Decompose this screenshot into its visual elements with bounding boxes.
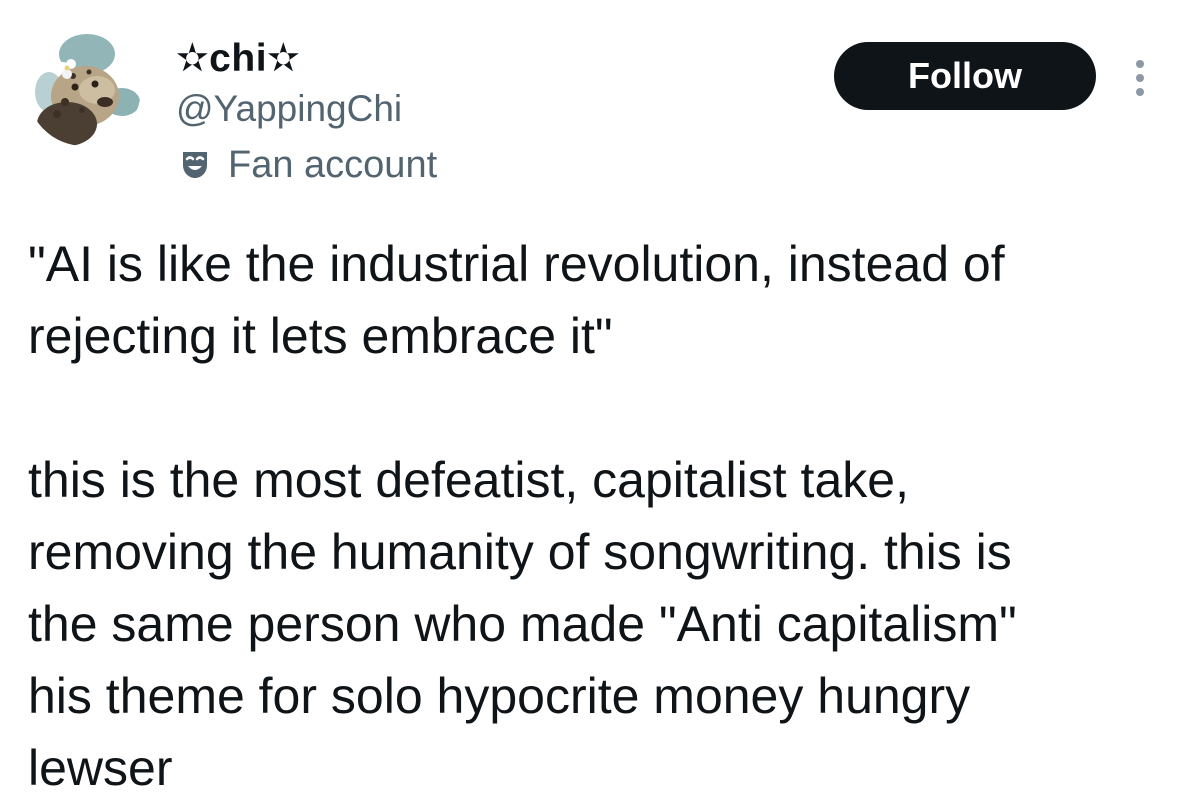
tweet-card: ✫chi✫ @YappingChi Fan account Follow "AI… bbox=[0, 0, 1200, 797]
tweet-text: "AI is like the industrial revolution, i… bbox=[28, 236, 1017, 796]
affiliation-badge: Fan account bbox=[176, 142, 437, 188]
display-name[interactable]: ✫chi✫ bbox=[176, 36, 437, 82]
user-handle[interactable]: @YappingChi bbox=[176, 86, 437, 132]
avatar[interactable] bbox=[27, 32, 141, 146]
follow-button[interactable]: Follow bbox=[834, 42, 1096, 110]
more-vertical-icon[interactable] bbox=[1122, 54, 1158, 102]
user-info: ✫chi✫ @YappingChi Fan account bbox=[176, 36, 437, 188]
theater-mask-icon bbox=[176, 146, 214, 184]
leopard-avatar-icon bbox=[27, 32, 141, 146]
affiliation-label: Fan account bbox=[228, 144, 438, 186]
